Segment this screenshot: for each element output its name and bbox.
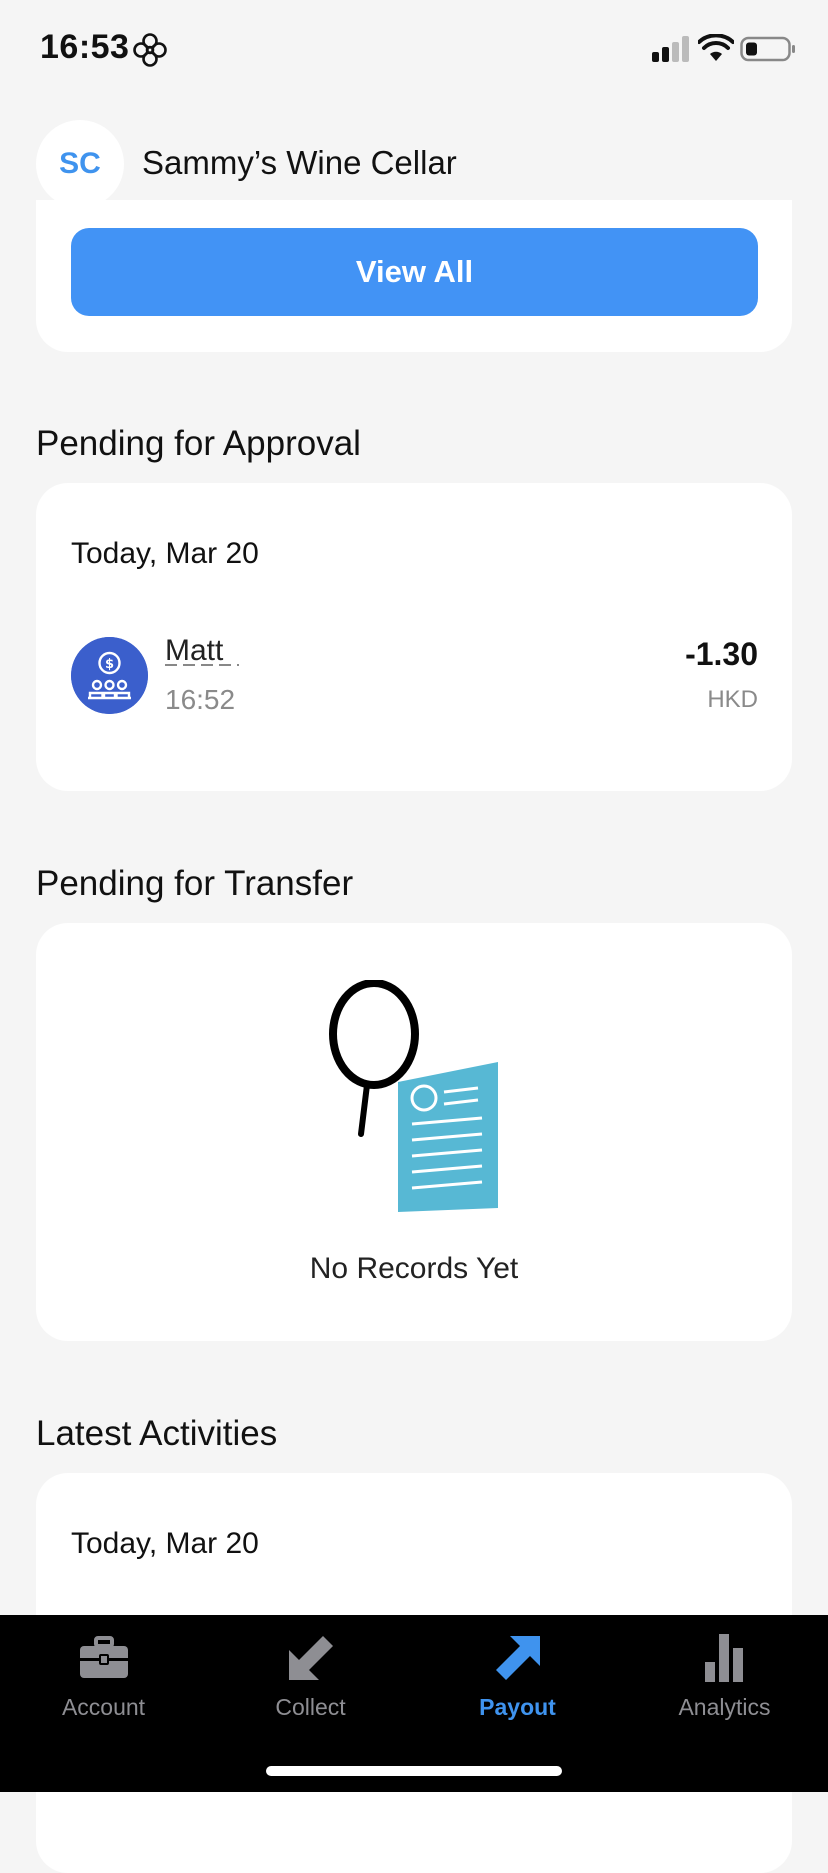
- nav-label-payout: Payout: [479, 1694, 556, 1720]
- pending-approval-card: [36, 483, 792, 791]
- bar-chart-icon: [704, 1634, 743, 1682]
- pending-transfer-title: Pending for Transfer: [36, 864, 354, 903]
- arrow-up-right-icon: [495, 1636, 540, 1680]
- empty-records-text: No Records Yet: [309, 1252, 519, 1285]
- wifi-icon: [698, 34, 734, 61]
- cellular-signal-icon: [652, 36, 689, 62]
- status-time: 16:53: [40, 28, 130, 66]
- transaction-currency: HKD: [707, 686, 758, 713]
- home-indicator: [266, 1766, 562, 1776]
- nav-item-collect[interactable]: Collect: [207, 1630, 414, 1721]
- avatar[interactable]: SC: [36, 120, 124, 208]
- nav-item-account[interactable]: Account: [0, 1630, 207, 1721]
- svg-text:$: $: [105, 657, 114, 672]
- latest-activities-title: Latest Activities: [36, 1414, 278, 1453]
- merchant-name: Sammy’s Wine Cellar: [142, 144, 457, 181]
- nav-label-collect: Collect: [275, 1694, 346, 1720]
- battery-icon: [740, 36, 795, 62]
- nav-item-payout[interactable]: Payout: [414, 1630, 621, 1721]
- empty-records-illustration: [329, 980, 498, 1212]
- flower-icon: [133, 33, 167, 67]
- view-all-button[interactable]: View All: [71, 228, 758, 316]
- pending-approval-title: Pending for Approval: [36, 424, 361, 463]
- transaction-time: 16:52: [165, 684, 236, 715]
- transaction-name-underline: [165, 664, 239, 666]
- arrow-down-left-icon: [288, 1636, 333, 1680]
- nav-item-analytics[interactable]: Analytics: [621, 1630, 828, 1721]
- briefcase-icon: [79, 1636, 128, 1678]
- nav-label-analytics: Analytics: [678, 1694, 771, 1720]
- transaction-name: Matt: [165, 634, 224, 667]
- transaction-amount: -1.30: [685, 636, 758, 672]
- latest-activities-date: Today, Mar 20: [71, 1527, 259, 1560]
- payout-recipients-icon: $: [71, 637, 148, 714]
- nav-label-account: Account: [61, 1694, 146, 1720]
- pending-approval-date: Today, Mar 20: [71, 537, 259, 570]
